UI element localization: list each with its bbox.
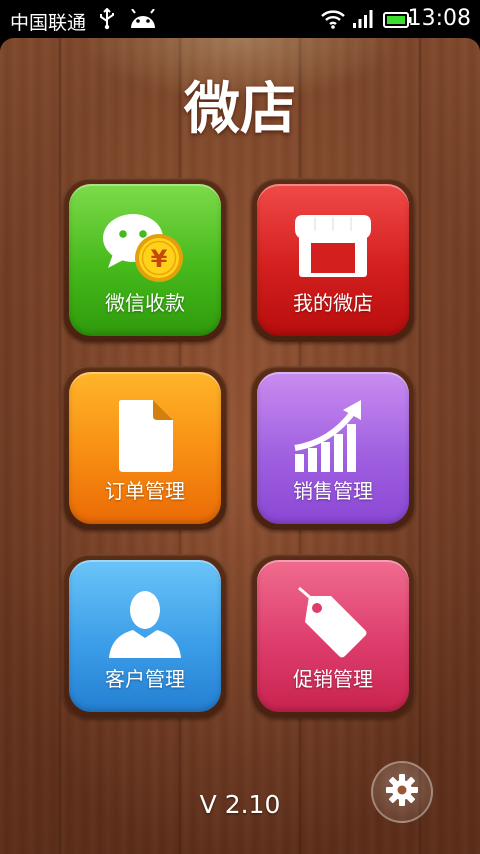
wifi-icon — [321, 9, 345, 34]
app-screen: 中国联通 13:08 微店 ¥ 微信收款 我的微店 订单管理 销售管理 客户管理… — [0, 0, 480, 854]
tile-promotions[interactable]: 促销管理 — [257, 560, 409, 712]
tile-label-customers: 客户管理 — [105, 667, 185, 691]
tile-label-sales: 销售管理 — [293, 479, 373, 503]
app-title: 微店 — [184, 76, 296, 142]
status-bar: 中国联通 13:08 — [0, 0, 480, 38]
carrier-name: 中国联通 — [10, 12, 87, 34]
wechat-payment-icon: ¥ — [69, 202, 221, 294]
svg-text:¥: ¥ — [151, 245, 168, 273]
storefront-icon — [257, 202, 409, 294]
tile-label-wechat-payment: 微信收款 — [105, 291, 185, 315]
price-tag-icon — [257, 578, 409, 670]
user-icon — [69, 578, 221, 670]
tile-label-promotions: 促销管理 — [293, 667, 373, 691]
tile-customers[interactable]: 客户管理 — [69, 560, 221, 712]
usb-icon — [98, 7, 116, 35]
tile-orders[interactable]: 订单管理 — [69, 372, 221, 524]
gear-icon — [385, 773, 419, 811]
tile-frame-promotions: 促销管理 — [251, 554, 415, 718]
android-icon — [129, 8, 157, 34]
tile-frame-orders: 订单管理 — [63, 366, 227, 530]
tile-frame-sales: 销售管理 — [251, 366, 415, 530]
growth-chart-icon — [257, 390, 409, 482]
tile-label-orders: 订单管理 — [105, 479, 185, 503]
tile-frame-wechat-payment: ¥ 微信收款 — [63, 178, 227, 342]
tile-label-my-store: 我的微店 — [293, 291, 373, 315]
tile-my-store[interactable]: 我的微店 — [257, 184, 409, 336]
status-clock: 13:08 — [407, 6, 471, 31]
tile-sales[interactable]: 销售管理 — [257, 372, 409, 524]
tile-frame-customers: 客户管理 — [63, 554, 227, 718]
document-icon — [69, 390, 221, 482]
tile-wechat-payment[interactable]: ¥ 微信收款 — [69, 184, 221, 336]
tile-frame-my-store: 我的微店 — [251, 178, 415, 342]
signal-icon — [352, 10, 374, 33]
settings-button[interactable] — [371, 761, 433, 823]
